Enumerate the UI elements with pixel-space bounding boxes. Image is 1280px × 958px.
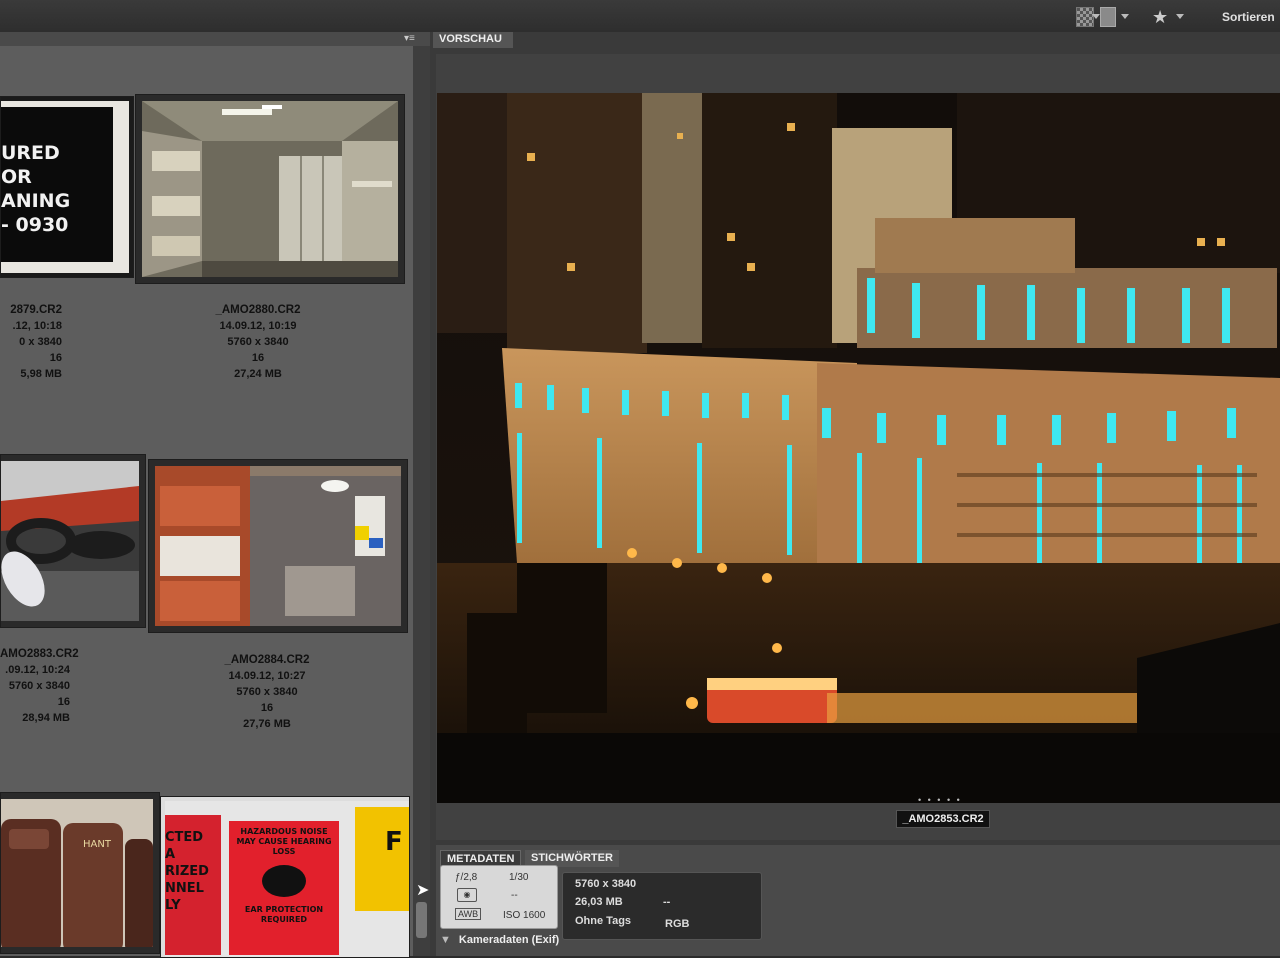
thumbnail-filesize: 27,24 MB xyxy=(234,368,282,380)
thumbnail-filesize: 28,94 MB xyxy=(22,712,70,724)
chevron-down-icon[interactable]: ▼ xyxy=(440,934,451,946)
scrollbar-thumb[interactable] xyxy=(416,902,427,938)
chevron-down-icon[interactable] xyxy=(1121,14,1129,19)
thumbnail-meta: _AMO2880.CR2 14.09.12, 10:19 5760 x 3840… xyxy=(208,302,308,382)
thumbnail-filename: _AMO2884.CR2 xyxy=(224,654,310,666)
file-info-box: 5760 x 3840 26,03 MB -- Ohne Tags RGB xyxy=(562,872,762,940)
thumbnail-image: CTED A RIZED NNEL LY HAZARDOUS NOISE MAY… xyxy=(165,801,409,957)
shutter-value: 1/30 xyxy=(509,872,529,883)
sign-text: HAZARDOUS NOISE xyxy=(240,827,328,836)
thumbnail-bitdepth: 16 xyxy=(251,352,265,364)
chevron-down-icon[interactable] xyxy=(1092,14,1100,19)
thumbnail-card[interactable]: URED OR ANING - 0930 xyxy=(0,96,134,278)
camera-settings-box: ƒ/2,8 1/30 ◉ -- AWB ISO 1600 xyxy=(440,865,558,929)
sort-button[interactable]: Sortieren xyxy=(1222,10,1275,24)
panel-header xyxy=(0,32,430,46)
star-icon[interactable]: ★ xyxy=(1152,7,1168,27)
thumbnail-date: .09.12, 10:24 xyxy=(5,664,70,676)
seat-label: HANT xyxy=(83,839,112,850)
scrollbar[interactable] xyxy=(413,46,430,956)
file-size: 26,03 MB xyxy=(575,896,623,908)
thumbnail-card[interactable]: CTED A RIZED NNEL LY HAZARDOUS NOISE MAY… xyxy=(160,796,410,958)
exif-section-label: Kameradaten (Exif) xyxy=(458,934,560,946)
thumbnail-date: 14.09.12, 10:27 xyxy=(228,670,306,682)
sign-text: ANING xyxy=(1,190,71,212)
aperture-value: ƒ/2,8 xyxy=(455,872,478,883)
sign-text: URED xyxy=(1,142,60,164)
sign-text: CTED xyxy=(165,830,204,845)
thumbnail-meta: 2879.CR2 .12, 10:18 0 x 3840 16 5,98 MB xyxy=(0,302,62,382)
exposure-comp-value: -- xyxy=(511,890,518,901)
camera-mode-icon: ◉ xyxy=(457,888,477,902)
thumbnail-image xyxy=(155,466,401,626)
sign-text: LY xyxy=(165,898,181,913)
thumbnail-bitdepth: 16 xyxy=(260,702,274,714)
thumbnail-filesize: 27,76 MB xyxy=(243,718,291,730)
chevron-down-icon[interactable] xyxy=(1176,14,1184,19)
tab-preview[interactable]: VORSCHAU xyxy=(433,32,513,48)
page-dots: • • • • • xyxy=(918,795,962,805)
thumbnail-dimensions: 0 x 3840 xyxy=(19,336,62,348)
thumbnail-dimensions: 5760 x 3840 xyxy=(227,336,289,348)
thumbnail-filename: 2879.CR2 xyxy=(10,304,62,316)
color-mode: RGB xyxy=(665,918,690,930)
thumbnail-dimensions: 5760 x 3840 xyxy=(8,680,70,692)
ear-protection-icon xyxy=(262,865,306,897)
iso-value: ISO 1600 xyxy=(503,910,546,921)
thumbnail-card[interactable] xyxy=(0,454,146,628)
thumbnail-filename: AMO2883.CR2 xyxy=(0,648,79,660)
sign-text: EAR PROTECTION REQUIRED xyxy=(244,905,324,924)
thumbnail-bitdepth: 16 xyxy=(49,352,62,364)
image-dimensions: 5760 x 3840 xyxy=(575,878,637,890)
thumbnail-dimensions: 5760 x 3840 xyxy=(236,686,298,698)
thumbnail-image xyxy=(142,101,398,277)
preview-image[interactable] xyxy=(437,93,1280,803)
panel-menu-icon[interactable]: ▾≡ xyxy=(404,33,415,44)
thumbnail-date: 14.09.12, 10:19 xyxy=(219,320,297,332)
preview-filename: _AMO2853.CR2 xyxy=(896,810,990,828)
sign-text: RIZED xyxy=(165,864,209,879)
thumbnail-bitdepth: 16 xyxy=(57,696,70,708)
exif-section-header[interactable]: ▼ Kameradaten (Exif) xyxy=(440,934,559,946)
yellow-sign: F xyxy=(355,807,409,911)
sign-text: F xyxy=(385,827,403,857)
mouse-cursor-icon: ➤ xyxy=(416,882,430,899)
thumbnail-card[interactable] xyxy=(135,94,405,284)
tags-label: Ohne Tags xyxy=(575,915,632,927)
thumbnail-filesize: 5,98 MB xyxy=(20,368,62,380)
thumbnail-meta: _AMO2884.CR2 14.09.12, 10:27 5760 x 3840… xyxy=(212,652,322,732)
top-toolbar: ★ Sortieren xyxy=(0,0,1280,33)
sign-text: NNEL xyxy=(165,881,204,896)
thumbnail-image: URED OR ANING - 0930 xyxy=(1,101,129,273)
thumbnail-card[interactable]: HANT xyxy=(0,792,160,954)
color-square-icon[interactable] xyxy=(1100,7,1116,27)
thumbnail-image xyxy=(1,461,139,621)
sign-text: MAY CAUSE HEARING LOSS xyxy=(236,837,332,856)
thumbnail-filename: _AMO2880.CR2 xyxy=(215,304,301,316)
thumbnail-card[interactable] xyxy=(148,459,408,633)
white-balance-value: AWB xyxy=(455,908,482,920)
sign-text: A xyxy=(165,847,176,862)
thumbnail-meta: AMO2883.CR2 .09.12, 10:24 5760 x 3840 16… xyxy=(0,646,79,726)
file-size-extra: -- xyxy=(663,896,671,908)
thumbnail-date: .12, 10:18 xyxy=(12,320,62,332)
thumbnail-image: HANT xyxy=(1,799,153,947)
sign-text: - 0930 xyxy=(1,214,69,236)
sign-text: OR xyxy=(1,166,32,188)
